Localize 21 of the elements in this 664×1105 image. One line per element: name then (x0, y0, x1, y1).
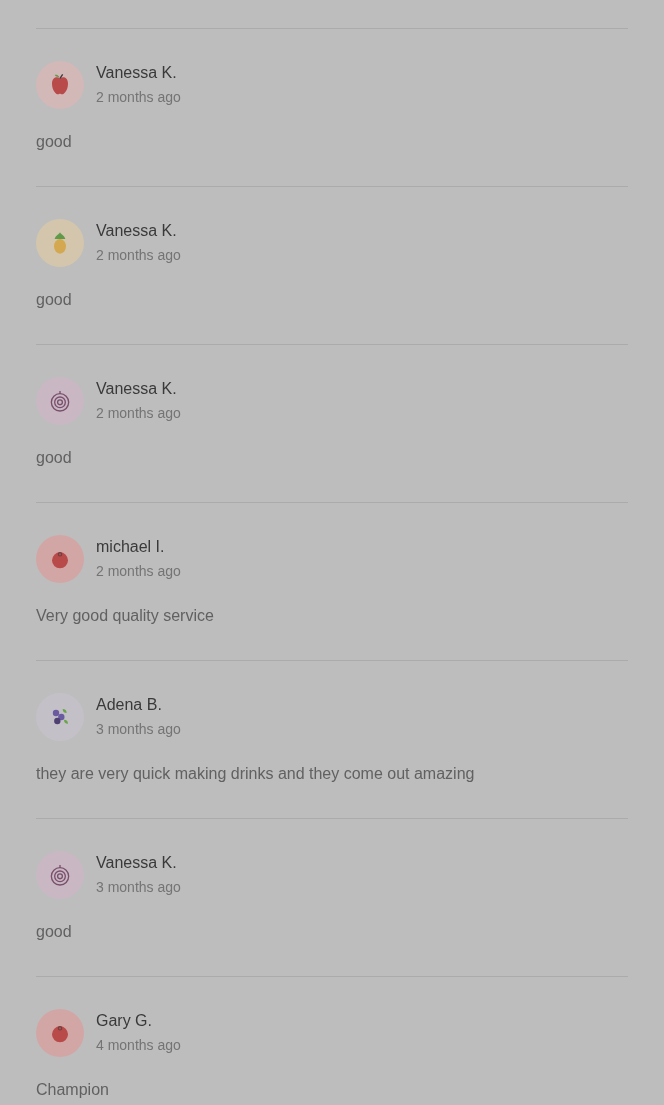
review-date: 2 months ago (96, 562, 181, 581)
reviewer-name: Vanessa K. (96, 853, 177, 873)
review-date: 2 months ago (96, 246, 181, 265)
reviewer-name: Gary G. (96, 1011, 152, 1031)
review-date: 4 months ago (96, 1036, 181, 1055)
reviewer-name: Vanessa K. (96, 379, 177, 399)
reviewer-name: Vanessa K. (96, 63, 177, 83)
review-text: Champion (36, 1080, 109, 1100)
review-text: good (36, 290, 72, 310)
review-text: they are very quick making drinks and they come out amazing (36, 764, 475, 784)
review-text: Very good quality service (36, 606, 214, 626)
review-date: 3 months ago (96, 720, 181, 739)
reviewer-name: Vanessa K. (96, 221, 177, 241)
reviewer-name: Adena B. (96, 695, 162, 715)
review-date: 2 months ago (96, 88, 181, 107)
review-text: good (36, 922, 72, 942)
review-text: good (36, 132, 72, 152)
reviewer-name: michael I. (96, 537, 165, 557)
review-date: 2 months ago (96, 404, 181, 423)
review-date: 3 months ago (96, 878, 181, 897)
review-text: good (36, 448, 72, 468)
